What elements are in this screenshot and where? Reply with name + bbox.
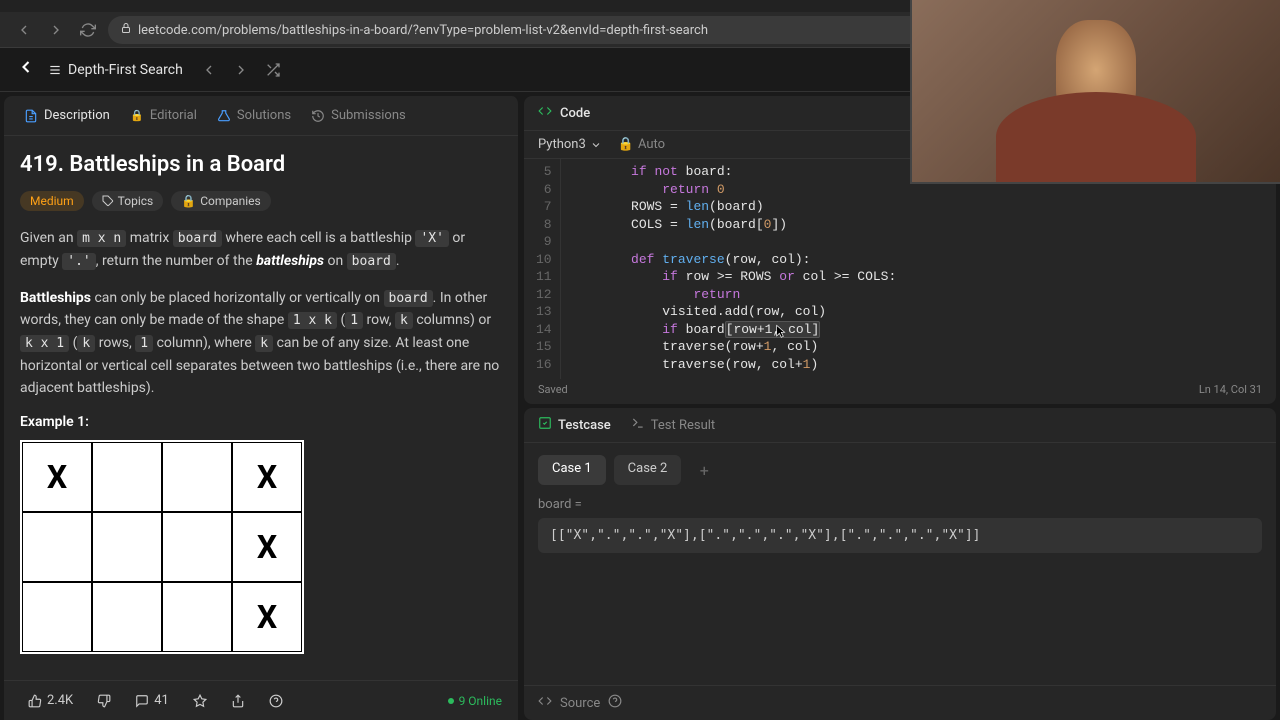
like-button[interactable]: 2.4K bbox=[20, 689, 81, 712]
tab-solutions-label: Solutions bbox=[237, 108, 291, 123]
board-cell bbox=[162, 512, 232, 582]
tab-testcase[interactable]: Testcase bbox=[538, 416, 611, 434]
problem-list-link[interactable]: Depth-First Search bbox=[48, 62, 183, 78]
right-panel: Code Python3 🔒 Auto 5678910111213141516 … bbox=[524, 96, 1276, 720]
lock-icon: 🔒 bbox=[130, 109, 144, 123]
board-cell bbox=[92, 442, 162, 512]
check-icon bbox=[538, 416, 552, 434]
case-tabs: Case 1 Case 2 + bbox=[524, 443, 1276, 497]
code-editor[interactable]: 5678910111213141516 if not board: return… bbox=[524, 159, 1276, 379]
chevron-down-icon bbox=[590, 139, 602, 151]
description-panel: Description 🔒 Editorial Solutions Submis… bbox=[4, 96, 520, 720]
example-board: XXXX bbox=[20, 440, 304, 654]
comments-count: 41 bbox=[154, 693, 169, 708]
tab-test-result[interactable]: Test Result bbox=[631, 416, 715, 434]
source-icon bbox=[538, 694, 552, 712]
tab-description-label: Description bbox=[44, 108, 110, 123]
testcase-body: board = [["X",".",".","X"],[".",".",".",… bbox=[524, 497, 1276, 553]
case-1-tab[interactable]: Case 1 bbox=[538, 455, 606, 485]
board-cell bbox=[92, 582, 162, 652]
share-button[interactable] bbox=[223, 690, 253, 712]
companies-badge[interactable]: 🔒 Companies bbox=[171, 191, 271, 211]
online-count: 9 Online bbox=[459, 694, 502, 708]
tab-editorial[interactable]: 🔒 Editorial bbox=[122, 104, 205, 127]
left-tabs: Description 🔒 Editorial Solutions Submis… bbox=[4, 96, 518, 136]
info-icon[interactable] bbox=[608, 694, 622, 712]
cursor-position: Ln 14, Col 31 bbox=[1199, 383, 1262, 396]
forward-button[interactable] bbox=[44, 18, 68, 42]
board-cell bbox=[162, 442, 232, 512]
tab-solutions[interactable]: Solutions bbox=[209, 104, 299, 127]
terminal-icon bbox=[631, 416, 645, 434]
online-status: 9 Online bbox=[448, 694, 502, 708]
saved-status: Saved bbox=[538, 383, 568, 396]
description-icon bbox=[24, 109, 38, 123]
testcase-header: Testcase Test Result bbox=[524, 408, 1276, 443]
code-status: Saved Ln 14, Col 31 bbox=[524, 379, 1276, 404]
webcam-overlay bbox=[910, 0, 1280, 184]
difficulty-badge: Medium bbox=[20, 191, 84, 211]
example-heading: Example 1: bbox=[20, 414, 502, 430]
shuffle-button[interactable] bbox=[259, 56, 287, 84]
problem-title: 419. Battleships in a Board bbox=[20, 152, 502, 177]
tab-description[interactable]: Description bbox=[16, 104, 118, 127]
leetcode-logo[interactable] bbox=[16, 57, 36, 82]
star-button[interactable] bbox=[185, 690, 215, 712]
board-cell bbox=[162, 582, 232, 652]
prev-problem-button[interactable] bbox=[195, 56, 223, 84]
problem-content: 419. Battleships in a Board Medium Topic… bbox=[4, 136, 518, 680]
line-gutter: 5678910111213141516 bbox=[524, 159, 561, 379]
board-cell bbox=[22, 512, 92, 582]
board-cell bbox=[22, 582, 92, 652]
lock-icon bbox=[120, 22, 132, 38]
board-cell: X bbox=[232, 582, 302, 652]
tab-submissions-label: Submissions bbox=[331, 108, 406, 123]
param-value[interactable]: [["X",".",".","X"],[".",".",".","X"],[".… bbox=[538, 518, 1262, 553]
case-2-tab[interactable]: Case 2 bbox=[614, 455, 682, 485]
bottom-bar: 2.4K 41 9 Online bbox=[4, 680, 518, 720]
autocomplete-toggle[interactable]: 🔒 Auto bbox=[618, 137, 665, 152]
flask-icon bbox=[217, 109, 231, 123]
board-cell: X bbox=[232, 512, 302, 582]
dislike-button[interactable] bbox=[89, 690, 119, 712]
likes-count: 2.4K bbox=[47, 693, 73, 708]
help-button[interactable] bbox=[261, 690, 291, 712]
url-text: leetcode.com/problems/battleships-in-a-b… bbox=[138, 23, 708, 38]
back-button[interactable] bbox=[12, 18, 36, 42]
problem-paragraph-2: Battleships can only be placed horizonta… bbox=[20, 287, 502, 400]
lock-icon: 🔒 bbox=[181, 194, 196, 208]
lock-icon: 🔒 bbox=[618, 137, 634, 152]
code-icon bbox=[538, 104, 552, 122]
code-lines[interactable]: if not board: return 0 ROWS = len(board)… bbox=[561, 159, 1276, 379]
board-cell bbox=[92, 512, 162, 582]
history-icon bbox=[311, 109, 325, 123]
problem-paragraph-1: Given an m x n matrix board where each c… bbox=[20, 227, 502, 273]
board-cell: X bbox=[22, 442, 92, 512]
tab-editorial-label: Editorial bbox=[150, 108, 197, 123]
tab-submissions[interactable]: Submissions bbox=[303, 104, 414, 127]
testcase-panel: Testcase Test Result Case 1 Case 2 + boa… bbox=[524, 408, 1276, 720]
code-header-label: Code bbox=[560, 106, 590, 121]
online-dot-icon bbox=[448, 698, 454, 704]
breadcrumb-text: Depth-First Search bbox=[68, 62, 183, 78]
testcase-footer: Source bbox=[524, 685, 1276, 720]
topics-badge[interactable]: Topics bbox=[92, 191, 164, 211]
source-label[interactable]: Source bbox=[560, 696, 600, 711]
comments-button[interactable]: 41 bbox=[127, 689, 177, 712]
language-selector[interactable]: Python3 bbox=[538, 137, 602, 152]
board-cell: X bbox=[232, 442, 302, 512]
reload-button[interactable] bbox=[76, 18, 100, 42]
language-label: Python3 bbox=[538, 137, 586, 152]
param-label: board = bbox=[538, 497, 1262, 512]
add-case-button[interactable]: + bbox=[689, 455, 719, 485]
next-problem-button[interactable] bbox=[227, 56, 255, 84]
